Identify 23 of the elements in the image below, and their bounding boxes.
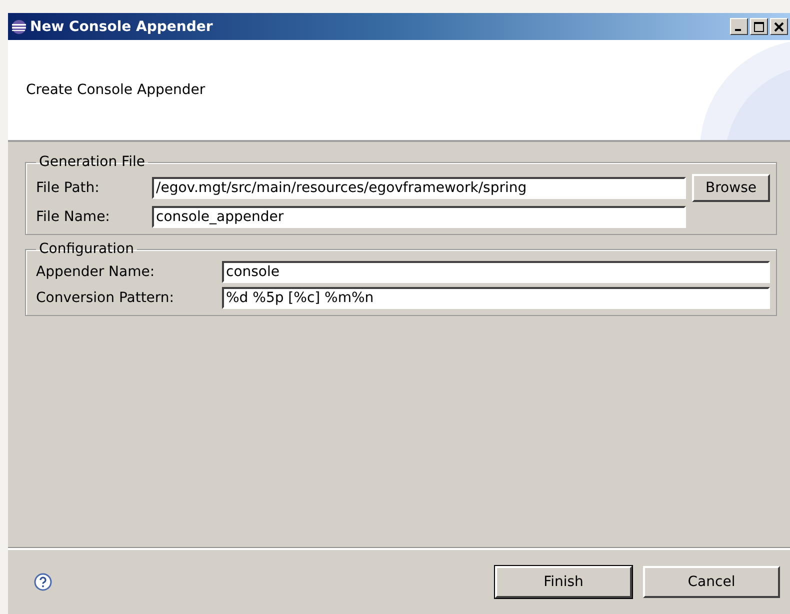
close-icon <box>774 22 784 32</box>
group-title: Configuration <box>38 241 135 257</box>
field-label: File Path: <box>36 180 100 196</box>
field-label: Conversion Pattern: <box>36 290 176 306</box>
browse-button[interactable]: Browse <box>692 174 770 202</box>
dialog-button[interactable]: Finish <box>495 566 632 598</box>
text-field[interactable]: console <box>222 261 770 283</box>
close-button[interactable] <box>770 18 788 35</box>
field-label: File Name: <box>36 209 111 225</box>
dialog-button[interactable]: Cancel <box>643 566 780 598</box>
field-label: Appender Name: <box>36 264 156 280</box>
text-field[interactable]: /egov.mgt/src/main/resources/egovframework/spring <box>152 177 686 199</box>
minimize-button[interactable] <box>730 18 748 35</box>
text-field[interactable]: console_appender <box>152 206 686 228</box>
group-title: Generation File <box>38 154 146 170</box>
maximize-button[interactable] <box>750 18 768 35</box>
banner-text: Create Console Appender <box>26 82 206 98</box>
text-field[interactable]: %d %5p [%c] %m%n <box>222 287 770 309</box>
help-icon[interactable] <box>34 573 52 591</box>
minimize-icon <box>735 29 741 31</box>
globe-icon <box>11 18 27 34</box>
maximize-icon <box>754 22 764 32</box>
window-title: New Console Appender <box>30 18 214 34</box>
